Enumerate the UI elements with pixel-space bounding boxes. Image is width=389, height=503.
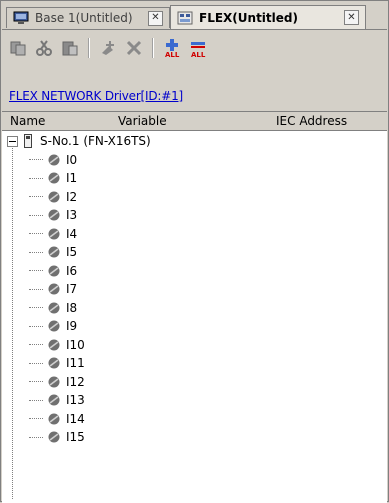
column-variable[interactable]: Variable — [118, 114, 167, 128]
tree-item-label: I11 — [66, 356, 85, 371]
tree-item-label: I10 — [66, 337, 85, 352]
column-header: Name Variable IEC Address — [2, 112, 387, 131]
tree-item[interactable]: I0 — [2, 151, 387, 170]
tree-branch-line — [29, 418, 43, 420]
tree-item-label: I13 — [66, 393, 85, 408]
tree-item[interactable]: I9 — [2, 317, 387, 336]
input-point-icon — [48, 283, 60, 295]
tree-branch-line — [29, 362, 43, 364]
input-point-icon — [48, 246, 60, 258]
tree-item[interactable]: I5 — [2, 243, 387, 262]
input-point-icon — [48, 339, 60, 351]
input-point-icon — [48, 320, 60, 332]
flex-icon — [177, 11, 193, 24]
tree-branch-line — [29, 381, 43, 383]
tree-item[interactable]: I12 — [2, 373, 387, 392]
input-point-icon — [48, 302, 60, 314]
column-iec-address[interactable]: IEC Address — [276, 114, 347, 128]
tab-label: Base 1(Untitled) — [35, 11, 133, 25]
tree-item[interactable]: I10 — [2, 336, 387, 355]
svg-text:ALL: ALL — [165, 51, 180, 58]
tree-branch-line — [29, 251, 43, 253]
input-point-icon — [48, 209, 60, 221]
add-all-icon[interactable]: ALL — [161, 37, 183, 59]
input-point-icon — [48, 431, 60, 443]
paste-icon[interactable] — [59, 37, 81, 59]
tree-branch-line — [29, 399, 43, 401]
tree-item[interactable]: I14 — [2, 410, 387, 429]
input-point-icon — [48, 172, 60, 184]
collapse-icon[interactable] — [7, 135, 18, 147]
tab-base1[interactable]: Base 1(Untitled) ✕ — [6, 7, 170, 28]
tree-branch-line — [29, 233, 43, 235]
close-icon[interactable]: ✕ — [344, 10, 359, 25]
tree-branch-line — [29, 159, 43, 161]
tree-item-label: I4 — [66, 226, 78, 241]
tree-item[interactable]: I11 — [2, 354, 387, 373]
tree-item[interactable]: I3 — [2, 206, 387, 225]
io-tree-panel: Name Variable IEC Address S-No.1 (FN-X16… — [2, 111, 387, 503]
tree-item[interactable]: I6 — [2, 262, 387, 281]
tree-item-label: I3 — [66, 208, 78, 223]
tab-flex[interactable]: FLEX(Untitled) ✕ — [170, 5, 366, 29]
tree-branch-line — [29, 288, 43, 290]
tree-item[interactable]: I13 — [2, 391, 387, 410]
tab-label: FLEX(Untitled) — [199, 10, 298, 25]
delete-icon[interactable] — [123, 37, 145, 59]
tree-item-label: I9 — [66, 319, 78, 334]
driver-link[interactable]: FLEX NETWORK Driver[ID:#1] — [9, 89, 183, 103]
root-label: S-No.1 (FN-X16TS) — [40, 134, 151, 149]
tree-item[interactable]: I7 — [2, 280, 387, 299]
device-icon — [24, 134, 32, 149]
tree-item-label: I6 — [66, 263, 78, 278]
cut-icon[interactable] — [33, 37, 55, 59]
input-point-icon — [48, 228, 60, 240]
tree-branch-line — [29, 344, 43, 346]
tree-item[interactable]: I4 — [2, 225, 387, 244]
input-point-icon — [48, 413, 60, 425]
tree-branch-line — [29, 307, 43, 309]
tree-branch-line — [29, 196, 43, 198]
toolbar: ALL ALL — [7, 35, 209, 61]
input-point-icon — [48, 394, 60, 406]
tree-item-label: I5 — [66, 245, 78, 260]
close-icon[interactable]: ✕ — [148, 10, 163, 26]
toolbar-separator — [152, 38, 154, 58]
tree-rows: S-No.1 (FN-X16TS) I0 I1 I2 I3 I4 I5 I6 I7 I8 I9 I1… — [2, 132, 387, 447]
tree-item-label: I8 — [66, 300, 78, 315]
tab-divider — [2, 29, 387, 30]
svg-text:ALL: ALL — [191, 51, 206, 58]
tree-item[interactable]: I2 — [2, 188, 387, 207]
tree-branch-line — [29, 270, 43, 272]
input-point-icon — [48, 265, 60, 277]
monitor-icon — [13, 11, 29, 24]
tree-item-label: I0 — [66, 152, 78, 167]
tree-branch-line — [29, 214, 43, 216]
tree-branch-line — [29, 177, 43, 179]
copy-icon[interactable] — [7, 37, 29, 59]
flex-editor-window: Base 1(Untitled) ✕ FLEX(Untitled) ✕ ALL … — [0, 0, 389, 503]
tree-branch-line — [29, 325, 43, 327]
tree-item[interactable]: I15 — [2, 428, 387, 447]
add-icon[interactable] — [97, 37, 119, 59]
column-name[interactable]: Name — [10, 114, 45, 128]
input-point-icon — [48, 154, 60, 166]
tree-item[interactable]: I8 — [2, 299, 387, 318]
input-point-icon — [48, 357, 60, 369]
tab-strip: Base 1(Untitled) ✕ FLEX(Untitled) ✕ — [2, 5, 387, 29]
input-point-icon — [48, 376, 60, 388]
tree-item-label: I15 — [66, 430, 85, 445]
tree-item-label: I14 — [66, 411, 85, 426]
tree-root[interactable]: S-No.1 (FN-X16TS) — [2, 132, 387, 151]
remove-all-icon[interactable]: ALL — [187, 37, 209, 59]
tree-item-label: I7 — [66, 282, 78, 297]
tree-item[interactable]: I1 — [2, 169, 387, 188]
tree-item-label: I12 — [66, 374, 85, 389]
toolbar-separator — [88, 38, 90, 58]
input-point-icon — [48, 191, 60, 203]
tree-branch-line — [29, 436, 43, 438]
tree-item-label: I1 — [66, 171, 78, 186]
tree-item-label: I2 — [66, 189, 78, 204]
